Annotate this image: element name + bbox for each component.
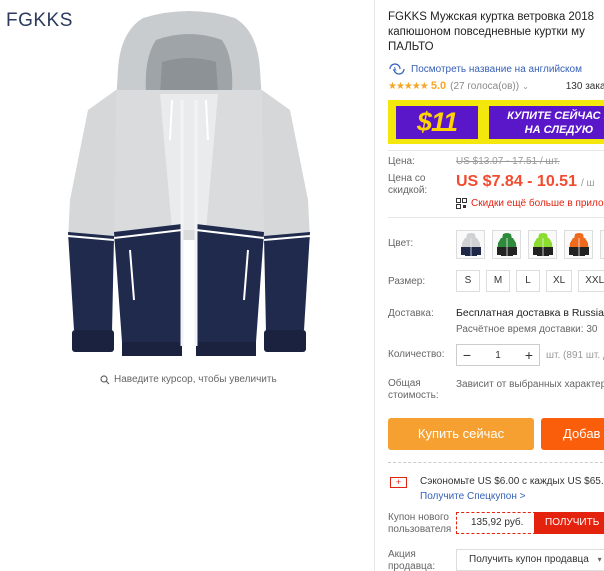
label-line: скидкой: xyxy=(388,185,428,196)
label-line: Купон нового xyxy=(388,512,449,523)
rating-value: 5.0 xyxy=(430,80,447,92)
promo-amount-box: $11 xyxy=(396,106,478,139)
translate-icon: A xyxy=(389,63,405,75)
total-label: Общая стоимость: xyxy=(388,378,439,402)
get-speccoupon-link[interactable]: Получите Спецкупон > xyxy=(420,491,526,502)
new-user-coupon-label: Купон нового пользователя xyxy=(388,512,451,536)
color-swatch[interactable] xyxy=(528,230,557,259)
product-page: FGKKS Наведите курсор, чтобы увеличить F… xyxy=(0,0,604,571)
promo-text-box: КУПИТЕ СЕЙЧАС Е НА СЛЕДУЮ xyxy=(489,106,604,139)
orders-count: 130 заказ xyxy=(565,80,604,92)
column-divider xyxy=(374,0,375,571)
divider xyxy=(388,150,604,151)
zoom-hint-text: Наведите курсор, чтобы увеличить xyxy=(114,374,277,385)
discount-price: US $7.84 - 10.51 xyxy=(456,173,577,190)
color-swatch[interactable] xyxy=(492,230,521,259)
size-option-m[interactable]: M xyxy=(486,270,510,292)
promo-amount: $11 xyxy=(416,107,458,137)
seller-coupon-select[interactable]: Получить купон продавца ▾ xyxy=(456,549,604,571)
size-option-s[interactable]: S xyxy=(456,270,480,292)
add-to-cart-button[interactable]: Добав xyxy=(541,418,604,450)
qr-code-icon xyxy=(456,198,467,209)
label-line: пользователя xyxy=(388,524,452,535)
product-title-line: ПАЛЬТО xyxy=(388,41,434,53)
label-line: стоимость: xyxy=(388,390,439,401)
size-option-xl[interactable]: XL xyxy=(546,270,573,292)
translate-title-link[interactable]: A Посмотреть название на английском xyxy=(388,63,582,76)
coupon-save-text: Сэкономьте US $6.00 с каждых US $65.0 xyxy=(420,476,604,487)
total-value: Зависит от выбранных характер xyxy=(456,379,604,390)
rating-votes[interactable]: (27 голоса(ов)) xyxy=(450,81,519,92)
translate-link-label: Посмотреть название на английском xyxy=(411,64,582,75)
price-label: Цена: xyxy=(388,156,415,167)
promo-line: КУПИТЕ СЕЙЧАС Е xyxy=(507,110,604,122)
color-options xyxy=(456,230,604,259)
quantity-label: Количество: xyxy=(388,349,445,360)
color-label: Цвет: xyxy=(388,238,414,249)
label-line: Цена со xyxy=(388,173,426,184)
shipping-value[interactable]: Бесплатная доставка в Russian xyxy=(456,307,604,319)
size-options: S M L XL XXL xyxy=(456,270,604,292)
rating-row: ★★★★★ 5.0 (27 голоса(ов)) ⌄ 130 заказ xyxy=(388,80,604,92)
get-coupon-button[interactable]: ПОЛУЧИТЬ xyxy=(534,512,604,534)
jacket-orange-black-icon xyxy=(568,232,589,256)
app-discount-link[interactable]: Скидки ещё больше в прило xyxy=(456,198,604,209)
color-swatch[interactable] xyxy=(600,230,604,259)
star-rating-icon: ★★★★★ xyxy=(388,80,429,92)
size-label: Размер: xyxy=(388,276,426,287)
price-unit: / ш xyxy=(580,178,595,189)
divider xyxy=(388,217,604,218)
promo-line: НА СЛЕДУЮ xyxy=(524,124,594,136)
zoom-hint: Наведите курсор, чтобы увеличить xyxy=(100,374,277,385)
new-user-coupon-value: 135,92 руб. xyxy=(456,512,536,534)
chevron-down-icon[interactable]: ⌄ xyxy=(522,82,529,91)
quantity-stepper: − 1 + xyxy=(456,344,540,366)
coupon-icon: + xyxy=(390,477,407,488)
label-line: продавца: xyxy=(388,561,436,571)
promo-banner[interactable]: $11 КУПИТЕ СЕЙЧАС Е НА СЛЕДУЮ xyxy=(388,100,604,144)
svg-text:A: A xyxy=(393,67,397,73)
delivery-estimate: Расчётное время доставки: 30 xyxy=(456,324,598,335)
seller-promo-label: Акция продавца: xyxy=(388,549,435,571)
buy-now-button[interactable]: Купить сейчас xyxy=(388,418,534,450)
original-price: US $13.07 - 17.51 / шт. xyxy=(456,156,560,167)
color-swatch[interactable] xyxy=(456,230,485,259)
discount-price-row: US $7.84 - 10.51/ ш xyxy=(456,173,595,191)
jacket-lime-black-icon xyxy=(532,232,553,256)
discount-price-label: Цена со скидкой: xyxy=(388,173,427,197)
product-image[interactable] xyxy=(48,10,330,362)
seller-coupon-select-value: Получить купон продавца xyxy=(469,554,589,565)
color-swatch[interactable] xyxy=(564,230,593,259)
divider xyxy=(388,462,604,463)
jacket-gray-navy-icon xyxy=(460,232,481,256)
product-title-line: FGKKS Мужская куртка ветровка 2018 xyxy=(388,11,594,23)
stock-available: шт. (891 шт. дост xyxy=(546,349,604,361)
quantity-decrease-button[interactable]: − xyxy=(457,345,477,365)
magnifier-icon xyxy=(100,374,110,384)
quantity-increase-button[interactable]: + xyxy=(519,345,539,365)
size-option-l[interactable]: L xyxy=(516,270,540,292)
product-title-line: капюшоном повседневные куртки му xyxy=(388,26,585,38)
jacket-green-black-icon xyxy=(496,232,517,256)
chevron-down-icon: ▾ xyxy=(597,555,602,564)
label-line: Акция xyxy=(388,549,416,560)
shipping-label: Доставка: xyxy=(388,308,434,319)
label-line: Общая xyxy=(388,378,421,389)
product-title: FGKKS Мужская куртка ветровка 2018 капюш… xyxy=(388,10,604,55)
size-option-xxl[interactable]: XXL xyxy=(578,270,604,292)
quantity-control: − 1 + шт. (891 шт. дост xyxy=(456,344,604,366)
app-discount-text: Скидки ещё больше в прило xyxy=(471,198,604,209)
quantity-input[interactable]: 1 xyxy=(477,350,519,361)
